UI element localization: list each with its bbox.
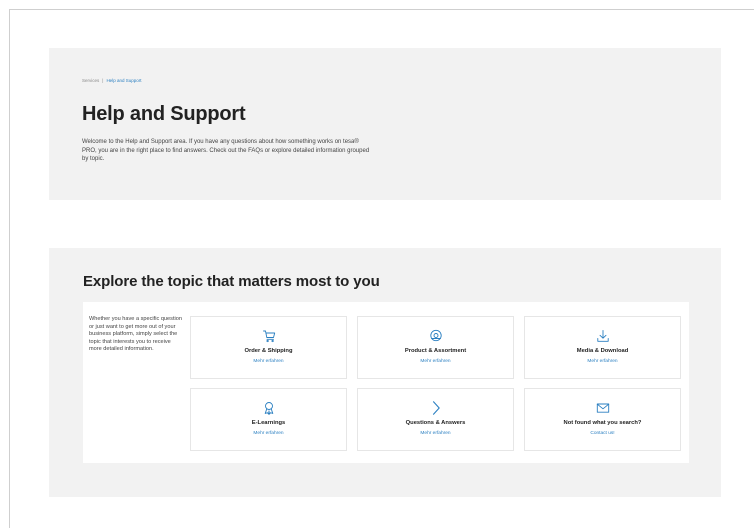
download-icon: [596, 329, 610, 343]
page-title: Help and Support: [82, 103, 246, 125]
topics-panel: Whether you have a specific question or …: [83, 302, 689, 463]
cart-icon: [262, 329, 276, 343]
topics-heading: Explore the topic that matters most to y…: [83, 273, 380, 290]
topic-card-questions-answers[interactable]: Questions & Answers Mehr erfahren: [357, 388, 514, 451]
topics-intro-text: Whether you have a specific question or …: [89, 316, 182, 353]
card-title: E-Learnings: [251, 420, 286, 426]
card-link[interactable]: Mehr erfahren: [420, 359, 450, 364]
card-title: Media & Download: [576, 348, 629, 354]
topics-section: Explore the topic that matters most to y…: [49, 248, 721, 497]
card-link[interactable]: Mehr erfahren: [587, 359, 617, 364]
topic-card-contact[interactable]: Not found what you search? Contact us!: [524, 388, 681, 451]
card-title: Questions & Answers: [405, 420, 466, 426]
card-title: Product & Assortment: [404, 348, 467, 354]
envelope-icon: [596, 401, 610, 415]
card-link[interactable]: Mehr erfahren: [420, 431, 450, 436]
hero-section: Services | Help and Support Help and Sup…: [49, 48, 721, 200]
card-link[interactable]: Mehr erfahren: [253, 431, 283, 436]
tape-roll-icon: [429, 329, 443, 343]
card-title: Order & Shipping: [244, 348, 293, 354]
breadcrumb-current[interactable]: Help and Support: [106, 78, 141, 83]
page-description: Welcome to the Help and Support area. If…: [82, 139, 370, 162]
award-icon: [262, 401, 276, 415]
breadcrumb-services-link[interactable]: Services: [82, 78, 99, 83]
breadcrumb-separator: |: [102, 78, 104, 83]
topic-card-media-download[interactable]: Media & Download Mehr erfahren: [524, 316, 681, 379]
topic-card-product-assortment[interactable]: Product & Assortment Mehr erfahren: [357, 316, 514, 379]
card-title: Not found what you search?: [563, 420, 642, 426]
card-link[interactable]: Contact us!: [590, 431, 614, 436]
chevron-right-icon: [429, 401, 443, 415]
breadcrumb: Services | Help and Support: [82, 78, 688, 83]
topic-card-e-learnings[interactable]: E-Learnings Mehr erfahren: [190, 388, 347, 451]
topic-card-order-shipping[interactable]: Order & Shipping Mehr erfahren: [190, 316, 347, 379]
card-link[interactable]: Mehr erfahren: [253, 359, 283, 364]
